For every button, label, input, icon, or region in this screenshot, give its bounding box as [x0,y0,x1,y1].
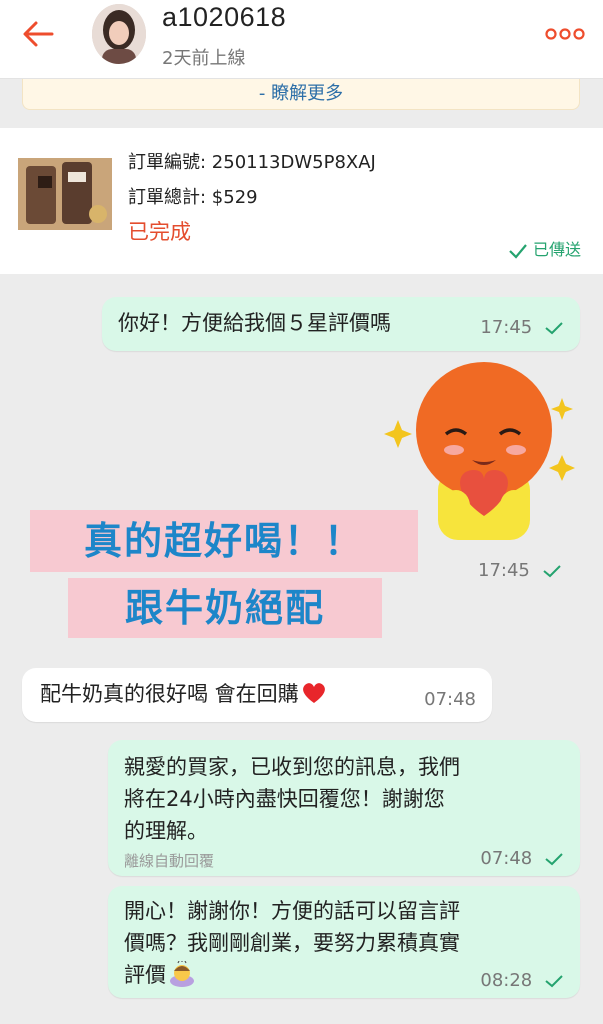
order-status: 已完成 [128,220,191,244]
message-line: 價嗎？我剛剛創業，要努力累積真實 [124,931,460,955]
order-card[interactable]: 訂單編號: 250113DW5P8XAJ 訂單總計: $529 已完成 已傳送 [0,128,603,274]
learn-more-link[interactable]: - 瞭解更多 [23,79,579,105]
sent-status: 已傳送 [508,236,581,260]
sticker-time: 17:45 [478,560,562,581]
check-icon [545,322,563,335]
message-text-label: 配牛奶真的很好喝 會在回購 [40,682,299,706]
chat-header: a1020618 2天前上線 [0,0,603,79]
message-time-label: 08:28 [480,970,533,991]
sticker-time-label: 17:45 [478,560,530,581]
message-line: 的理解。 [124,819,208,843]
message-text: 配牛奶真的很好喝 會在回購 [40,679,327,709]
message-time: 17:45 [480,313,564,343]
auto-reply-note: 離線自動回覆 [124,852,215,870]
message-line: 親愛的買家，已收到您的訊息，我們 [124,755,460,779]
promo-line-1: 真的超好喝！！ [30,510,418,572]
contact-username: a1020618 [162,2,287,32]
message-time-label: 17:45 [480,317,533,338]
order-total: 訂單總計: $529 [128,187,258,208]
check-icon [545,853,563,866]
product-thumbnail [18,158,112,230]
contact-last-online: 2天前上線 [162,48,246,69]
back-arrow-icon[interactable] [18,14,58,54]
message-time-label: 07:48 [480,848,533,869]
message-text-label: 評價 [124,963,166,987]
more-options-icon[interactable] [545,24,585,44]
message-bubble-incoming[interactable]: 配牛奶真的很好喝 會在回購 07:48 [22,668,492,722]
message-bubble-outgoing[interactable]: 你好！方便給我個５星評價嗎 17:45 [102,297,580,351]
message-time: 07:48 [480,844,564,874]
message-line: 將在24小時內盡快回覆您！謝謝您 [124,787,445,811]
message-line: 開心！謝謝你！方便的話可以留言評 [124,899,460,923]
message-bubble-auto-reply[interactable]: 親愛的買家，已收到您的訊息，我們 將在24小時內盡快回覆您！謝謝您 的理解。 離… [108,740,580,876]
message-bubble-outgoing[interactable]: 開心！謝謝你！方便的話可以留言評 價嗎？我剛剛創業，要努力累積真實 評價 08:… [108,886,580,998]
sent-status-label: 已傳送 [532,240,581,259]
message-text: 你好！方便給我個５星評價嗎 [118,311,391,335]
check-icon [509,243,527,259]
order-number: 訂單編號: 250113DW5P8XAJ [128,152,376,173]
avatar[interactable] [92,4,146,64]
bowing-person-emoji-icon [170,960,194,987]
check-icon [542,565,561,578]
check-icon [545,975,563,988]
promo-line-2: 跟牛奶絕配 [68,578,382,638]
message-time: 08:28 [480,966,564,996]
red-heart-icon [302,683,325,703]
message-line-last: 評價 [124,960,196,990]
message-time: 07:48 [424,689,476,710]
